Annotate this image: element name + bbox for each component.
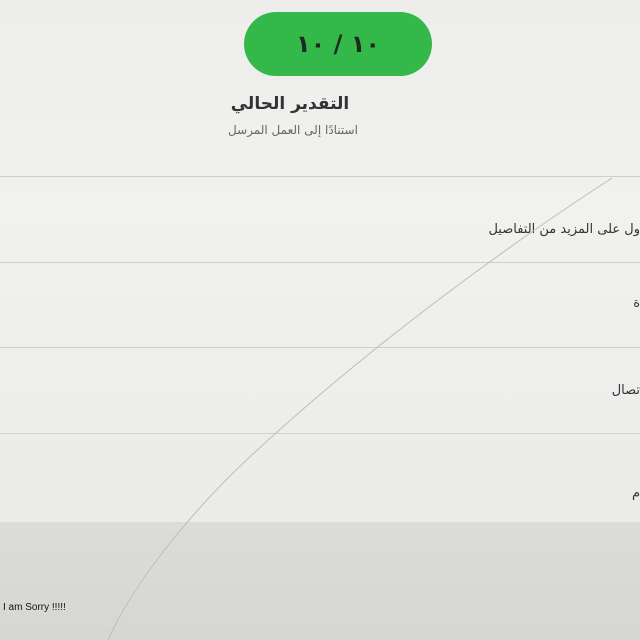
row-label-details[interactable]: ول على المزيد من التفاصيل [488, 222, 640, 237]
grade-score: ١٠ / ١٠ [295, 30, 381, 58]
divider [0, 433, 640, 434]
grade-subtitle: استنادًا إلى العمل المرسل [228, 123, 358, 137]
divider [0, 176, 640, 177]
grade-score-badge: ١٠ / ١٠ [244, 12, 432, 76]
row-label-4[interactable]: م [632, 486, 640, 501]
row-label-contact[interactable]: تصال [612, 383, 640, 398]
screen-bezel [0, 522, 640, 640]
grade-title: التقدير الحالي [230, 94, 350, 114]
app-screen: ١٠ / ١٠ التقدير الحالي استنادًا إلى العم… [0, 0, 640, 522]
row-label-2[interactable]: ة [633, 296, 640, 311]
caption-text: I am Sorry !!!!! [3, 602, 66, 613]
divider [0, 262, 640, 263]
divider [0, 347, 640, 348]
